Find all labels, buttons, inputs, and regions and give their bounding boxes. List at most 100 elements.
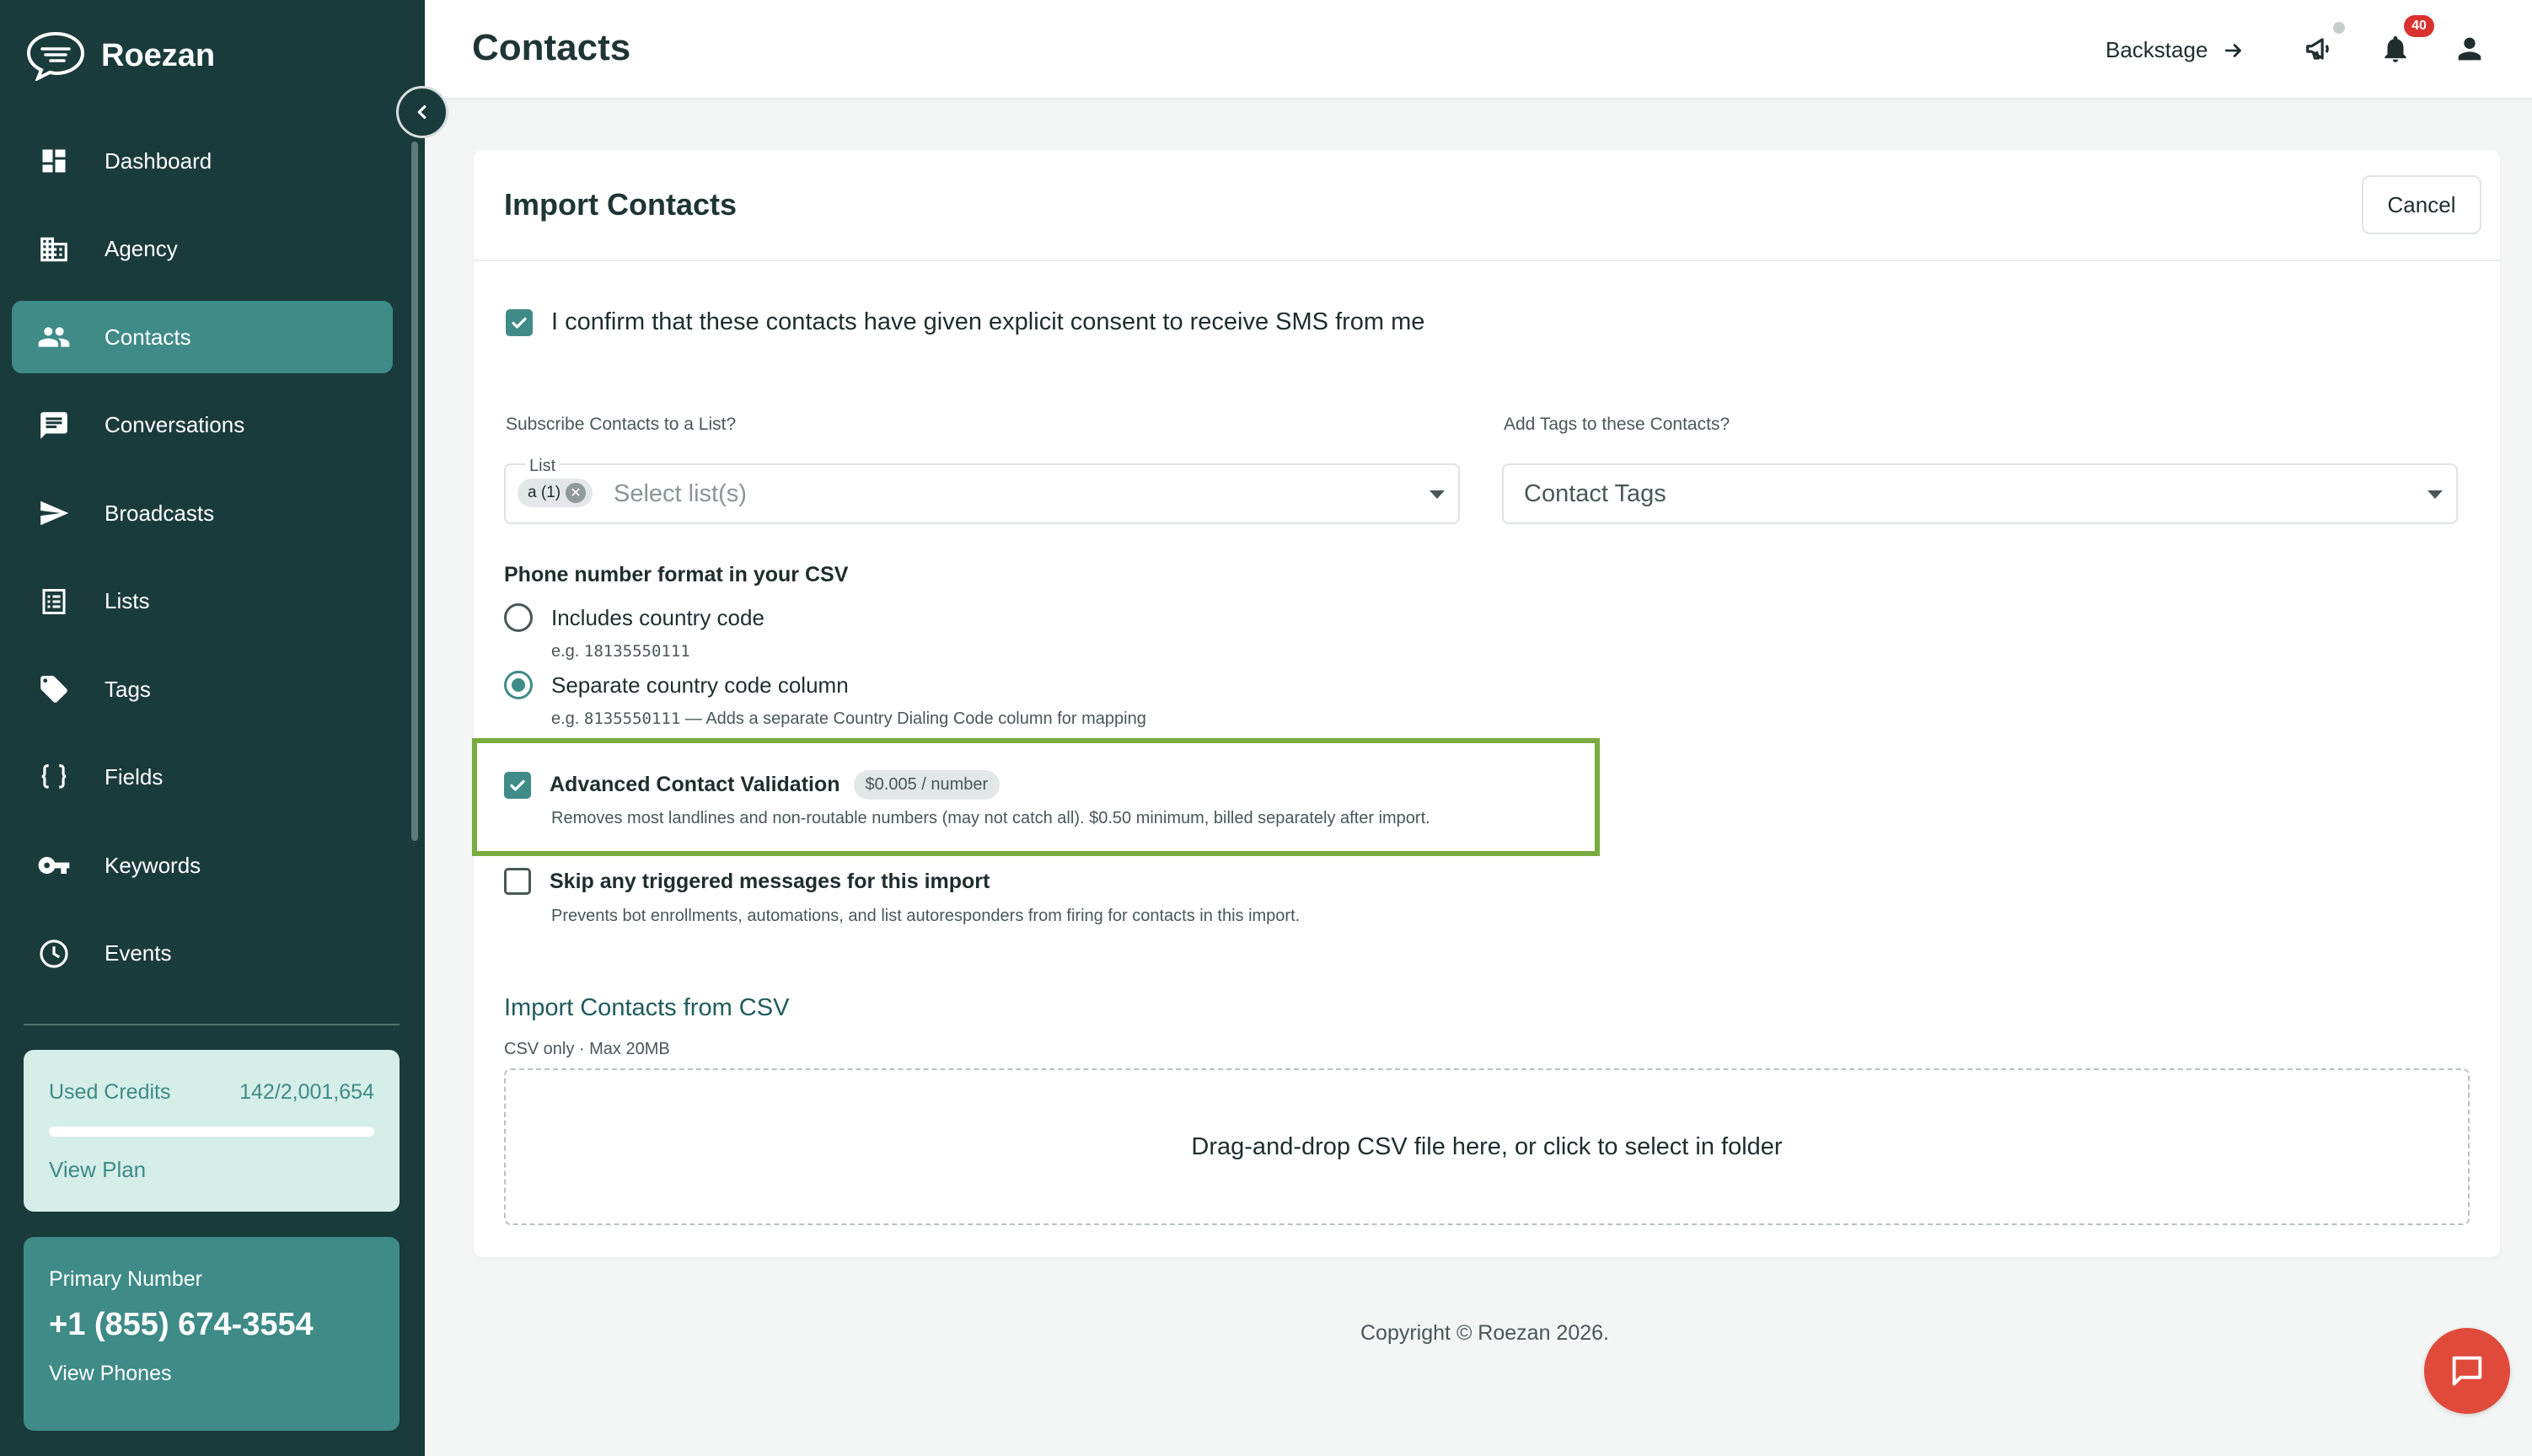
page-title: Contacts (472, 27, 631, 68)
list-chip[interactable]: a (1) ✕ (518, 479, 593, 507)
list-chip-label: a (1) (528, 484, 561, 501)
check-icon (512, 317, 527, 329)
tags-field-label: Add Tags to these Contacts? (1504, 415, 1730, 434)
arrow-right-icon (2225, 43, 2242, 57)
brand[interactable]: Roezan (25, 29, 215, 83)
card-header: Import Contacts Cancel (474, 150, 2500, 261)
radio-button[interactable] (504, 671, 533, 699)
import-contacts-card: Import Contacts Cancel I confirm that th… (474, 150, 2500, 1257)
sidebar-item-events[interactable]: Events (12, 918, 393, 990)
sidebar-item-lists[interactable]: Lists (12, 565, 393, 638)
sidebar-item-label: Broadcasts (105, 500, 215, 526)
sidebar-item-agency[interactable]: Agency (12, 213, 393, 286)
radio-button[interactable] (504, 603, 533, 632)
sidebar-item-label: Fields (105, 764, 164, 790)
backstage-label: Backstage (2106, 37, 2208, 62)
view-phones-link[interactable]: View Phones (49, 1362, 171, 1386)
sidebar-divider (24, 1024, 400, 1025)
message-icon (37, 409, 71, 442)
credits-progress-bar (49, 1127, 374, 1137)
dashboard-icon (37, 144, 71, 178)
sidebar-item-label: Tags (105, 676, 151, 702)
app-name: Roezan (101, 37, 216, 73)
cancel-button[interactable]: Cancel (2362, 175, 2481, 234)
skip-triggers-row: Skip any triggered messages for this imp… (504, 868, 990, 895)
radio-separate-country-code[interactable]: Separate country code column (504, 671, 849, 699)
list-placeholder: Select list(s) (614, 480, 747, 507)
backstage-link[interactable]: Backstage (2106, 37, 2245, 63)
notifications-button[interactable] (2377, 30, 2414, 67)
chat-icon (2452, 1356, 2482, 1386)
sidebar-nav: Dashboard Agency Contacts Conversations … (12, 125, 393, 1018)
list-field-label: Subscribe Contacts to a List? (506, 415, 737, 434)
consent-label: I confirm that these contacts have given… (551, 308, 1425, 335)
hint-prefix: e.g. (551, 709, 584, 728)
list-select[interactable]: List a (1) ✕ Select list(s) (504, 457, 1460, 524)
sidebar-item-label: Conversations (105, 412, 245, 437)
bell-icon (2384, 35, 2406, 62)
radio-label: Separate country code column (551, 672, 849, 698)
sidebar-item-label: Keywords (105, 852, 201, 878)
chip-remove-icon[interactable]: ✕ (566, 483, 587, 503)
primary-number-label: Primary Number (49, 1267, 202, 1291)
skip-triggers-title: Skip any triggered messages for this imp… (550, 869, 990, 893)
copyright: Copyright © Roezan 2026. (1360, 1321, 1609, 1345)
hint-example: 8135550111 (583, 709, 681, 728)
announcement-dot (2333, 22, 2345, 34)
hint-suffix: — Adds a separate Country Dialing Code c… (680, 709, 1146, 728)
csv-dropzone[interactable]: Drag-and-drop CSV file here, or click to… (504, 1068, 2470, 1225)
radio-hint: e.g. 18135550111 (551, 642, 690, 661)
tag-icon (37, 672, 71, 706)
csv-subtitle: CSV only · Max 20MB (504, 1040, 670, 1058)
sidebar-item-tags[interactable]: Tags (12, 653, 393, 725)
notification-badge: 40 (2404, 15, 2434, 37)
sidebar-item-keywords[interactable]: Keywords (12, 829, 393, 902)
highlight-box (472, 738, 1600, 856)
csv-heading: Import Contacts from CSV (504, 994, 790, 1021)
sidebar-item-label: Agency (105, 236, 178, 261)
sidebar-item-conversations[interactable]: Conversations (12, 389, 393, 462)
sidebar-item-contacts[interactable]: Contacts (12, 301, 393, 373)
sidebar-scrollbar[interactable] (411, 142, 418, 841)
consent-checkbox[interactable] (506, 308, 533, 336)
phone-format-heading: Phone number format in your CSV (504, 563, 849, 586)
chat-support-button[interactable] (2424, 1328, 2510, 1414)
radio-hint: e.g. 8135550111 — Adds a separate Countr… (551, 709, 1146, 729)
sidebar-item-label: Events (105, 940, 172, 966)
hint-example: 18135550111 (583, 642, 690, 661)
contact-tags-select[interactable]: Contact Tags (1502, 463, 2458, 524)
announcements-button[interactable] (2301, 30, 2338, 67)
sidebar-item-label: Dashboard (105, 147, 212, 174)
people-icon (37, 320, 71, 354)
radio-label: Includes country code (551, 604, 764, 630)
credits-label: Used Credits (49, 1080, 171, 1104)
sidebar-item-broadcasts[interactable]: Broadcasts (12, 477, 393, 549)
sidebar-item-dashboard[interactable]: Dashboard (12, 125, 393, 197)
caret-down-icon (2427, 490, 2443, 499)
primary-number-card: Primary Number +1 (855) 674-3554 View Ph… (24, 1237, 400, 1431)
user-icon (2458, 37, 2481, 61)
skip-triggers-checkbox[interactable] (504, 868, 531, 895)
megaphone-icon (2306, 38, 2329, 60)
chevron-left-icon (417, 104, 426, 120)
radio-includes-country-code[interactable]: Includes country code (504, 603, 764, 632)
hint-prefix: e.g. (551, 642, 584, 661)
send-icon (37, 496, 71, 530)
sidebar-collapse-button[interactable] (396, 86, 448, 138)
building-icon (37, 233, 71, 266)
list-icon (37, 585, 71, 618)
dropzone-text: Drag-and-drop CSV file here, or click to… (1191, 1132, 1783, 1160)
list-float-label: List (526, 457, 560, 476)
top-bar: Contacts Backstage (425, 0, 2532, 99)
primary-number-value: +1 (855) 674-3554 (49, 1307, 314, 1342)
contact-tags-value: Contact Tags (1524, 480, 1666, 507)
clock-icon (37, 937, 71, 971)
credits-value: 142/2,001,654 (239, 1080, 374, 1104)
profile-button[interactable] (2451, 30, 2488, 67)
braces-icon (37, 761, 71, 795)
caret-down-icon (1430, 490, 1445, 499)
chat-bubble-icon (26, 31, 85, 81)
sidebar-item-fields[interactable]: Fields (12, 741, 393, 814)
sidebar: Roezan Dashboard Agency Contacts Convers… (0, 0, 425, 1456)
view-plan-link[interactable]: View Plan (49, 1157, 146, 1183)
